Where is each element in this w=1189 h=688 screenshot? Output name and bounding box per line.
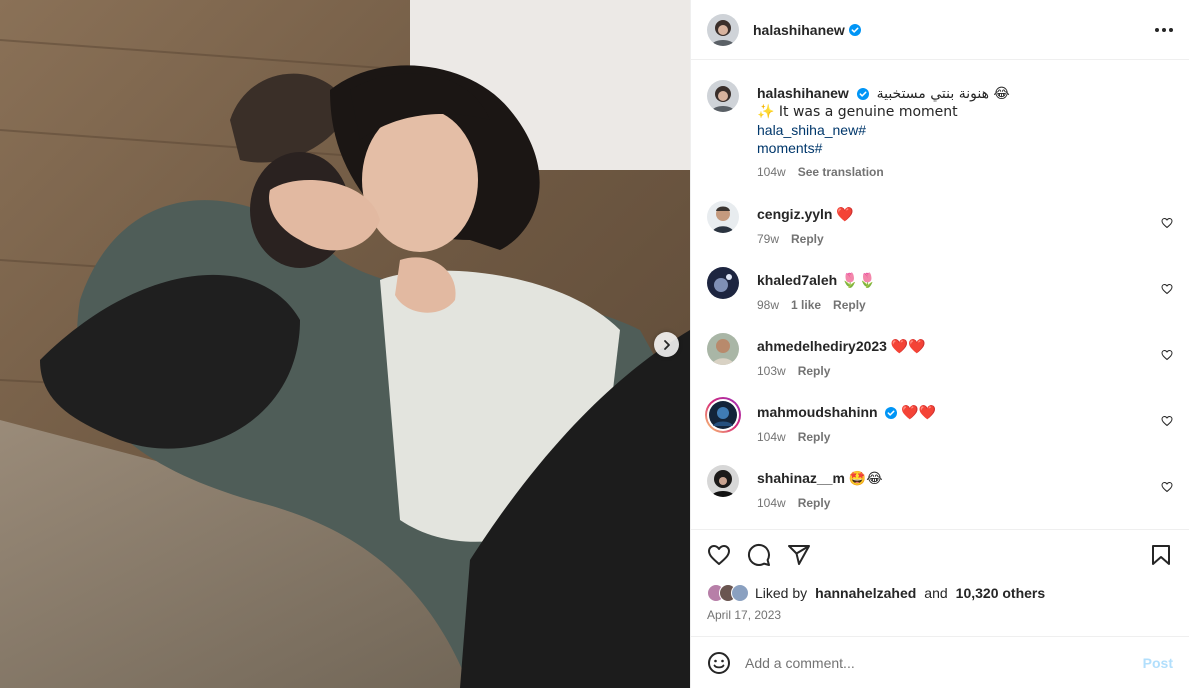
instagram-post-view: halashihanew halashihanew هنونة بنتي مست… xyxy=(0,0,1189,688)
post-header: halashihanew xyxy=(691,0,1189,60)
like-comment-heart-icon[interactable] xyxy=(1161,283,1173,295)
like-button[interactable] xyxy=(707,543,731,567)
photo-illustration xyxy=(0,0,690,688)
hashtag-link[interactable]: moments# xyxy=(757,139,1173,157)
smiley-icon xyxy=(708,651,730,674)
comment-username[interactable]: cengiz.yyln xyxy=(757,206,832,222)
more-options-button[interactable] xyxy=(1155,20,1173,40)
more-horizontal-icon xyxy=(1155,27,1159,32)
comment-username[interactable]: ahmedelhediry2023 xyxy=(757,338,887,354)
next-photo-button[interactable] xyxy=(654,332,679,357)
comment-text: ❤️❤️ xyxy=(901,405,937,421)
reply-button[interactable]: Reply xyxy=(791,232,824,246)
emoji-picker-button[interactable] xyxy=(707,651,731,675)
author-username[interactable]: halashihanew xyxy=(753,22,845,38)
comment-icon xyxy=(747,543,770,566)
verified-badge-icon xyxy=(856,88,869,100)
comment-timestamp[interactable]: 104w xyxy=(757,430,786,444)
comment-text: ❤️❤️ xyxy=(890,339,926,355)
like-comment-heart-icon[interactable] xyxy=(1161,481,1173,493)
comment-likes-count[interactable]: 1 like xyxy=(791,298,821,312)
commenter-avatar[interactable] xyxy=(707,465,739,497)
hashtag-link[interactable]: hala_shiha_new# xyxy=(757,121,1173,139)
commenter-avatar[interactable] xyxy=(707,201,739,233)
comment-timestamp[interactable]: 104w xyxy=(757,496,786,510)
comment-text: 🤩😂 xyxy=(848,471,883,487)
caption-timestamp[interactable]: 104w xyxy=(757,165,786,179)
post-comment-button[interactable]: Post xyxy=(1143,655,1173,671)
caption-avatar[interactable] xyxy=(707,80,739,112)
heart-icon xyxy=(708,545,730,565)
like-comment-heart-icon[interactable] xyxy=(1161,415,1173,427)
reply-button[interactable]: Reply xyxy=(798,364,831,378)
bookmark-icon xyxy=(1152,545,1170,565)
reply-button[interactable]: Reply xyxy=(798,430,831,444)
commenter-avatar[interactable] xyxy=(707,333,739,365)
caption-username[interactable]: halashihanew xyxy=(757,85,849,101)
comment-timestamp[interactable]: 103w xyxy=(757,364,786,378)
comment-text: 🌷🌷 xyxy=(841,273,876,289)
add-comment-bar: Post xyxy=(691,636,1189,688)
see-translation-button[interactable]: See translation xyxy=(798,165,884,179)
liked-by-and: and xyxy=(924,585,948,601)
reply-button[interactable]: Reply xyxy=(798,496,831,510)
liked-by-prefix: Liked by xyxy=(755,585,808,601)
commenter-avatar-story-ring[interactable] xyxy=(704,396,742,434)
chevron-right-icon xyxy=(663,339,670,350)
comment-username[interactable]: khaled7aleh xyxy=(757,272,837,288)
likes-summary: Liked by hannahelzahed and 10,320 others xyxy=(707,584,1173,602)
share-button[interactable] xyxy=(787,543,811,567)
post-date[interactable]: April 17, 2023 xyxy=(707,608,1173,622)
share-icon xyxy=(788,545,810,565)
comments-section[interactable]: halashihanew هنونة بنتي مستخبية 😂 ✨ It w… xyxy=(691,60,1189,529)
avatar xyxy=(731,584,749,602)
liked-by-user[interactable]: hannahelzahed xyxy=(815,585,916,601)
liker-avatars xyxy=(707,584,749,602)
comment-item: cengiz.yyln ❤️ 79w Reply xyxy=(707,201,1173,267)
comment-timestamp[interactable]: 79w xyxy=(757,232,779,246)
like-comment-heart-icon[interactable] xyxy=(1161,217,1173,229)
like-comment-heart-icon[interactable] xyxy=(1161,349,1173,361)
comment-timestamp[interactable]: 98w xyxy=(757,298,779,312)
comment-item: mahmoudshahinn ❤️❤️ 104w Reply xyxy=(704,396,1173,465)
liked-by-others[interactable]: 10,320 others xyxy=(956,585,1046,601)
reply-button[interactable]: Reply xyxy=(833,298,866,312)
post-photo[interactable] xyxy=(0,0,690,688)
comment-item: shahinaz__m 🤩😂 104w Reply xyxy=(707,465,1173,529)
comment-button[interactable] xyxy=(747,543,771,567)
caption-text-line2: ✨ It was a genuine moment xyxy=(757,104,958,120)
post-side-panel: halashihanew halashihanew هنونة بنتي مست… xyxy=(690,0,1189,688)
verified-badge-icon xyxy=(848,23,861,36)
caption: halashihanew هنونة بنتي مستخبية 😂 ✨ It w… xyxy=(707,80,1173,179)
comment-username[interactable]: shahinaz__m xyxy=(757,470,845,486)
comment-text: ❤️ xyxy=(836,207,854,223)
comment-item: khaled7aleh 🌷🌷 98w 1 like Reply xyxy=(707,267,1173,333)
verified-badge-icon xyxy=(885,407,898,419)
commenter-avatar[interactable] xyxy=(707,267,739,299)
comment-input[interactable] xyxy=(745,654,1143,671)
post-actions: Liked by hannahelzahed and 10,320 others… xyxy=(691,529,1189,636)
comment-username[interactable]: mahmoudshahinn xyxy=(757,404,878,420)
save-button[interactable] xyxy=(1149,543,1173,567)
caption-text-line1: هنونة بنتي مستخبية 😂 xyxy=(876,86,1010,102)
comment-item: ahmedelhediry2023 ❤️❤️ 103w Reply xyxy=(707,333,1173,399)
author-avatar[interactable] xyxy=(707,13,739,46)
